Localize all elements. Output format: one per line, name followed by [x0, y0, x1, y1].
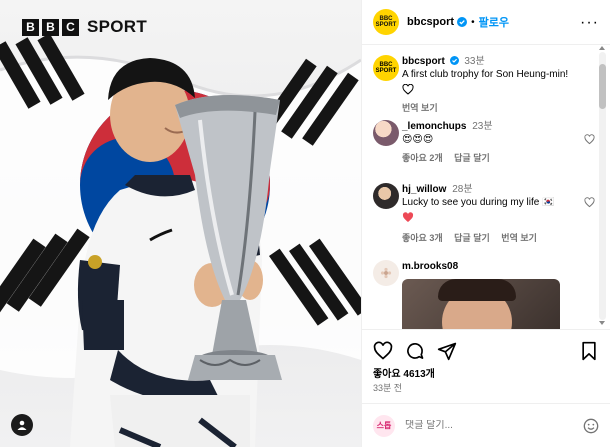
heart-outline-icon — [402, 83, 414, 95]
follow-button[interactable]: 팔로우 — [479, 14, 509, 30]
comment-username[interactable]: _lemonchups — [402, 121, 466, 132]
comments-scroll-area[interactable]: BBC SPORT bbcsport 33분 A first club trop… — [362, 46, 610, 329]
separator-dot: • — [471, 16, 475, 28]
comment-bubble-icon[interactable] — [405, 341, 425, 361]
bookmark-icon[interactable] — [579, 341, 599, 361]
avatar-logo-text: BBC SPORT — [375, 62, 397, 74]
comment-reply-link[interactable]: 답글 달기 — [454, 233, 490, 243]
likes-count[interactable]: 좋아요 4613개 — [373, 365, 435, 380]
caption-translate-link[interactable]: 번역 보기 — [402, 103, 438, 113]
share-paper-plane-icon[interactable] — [437, 341, 457, 361]
comment-translate-link[interactable]: 번역 보기 — [501, 233, 537, 243]
bbc-logo-letter: B — [42, 18, 59, 36]
scrollbar-thumb[interactable] — [599, 64, 606, 109]
comment-text: 😍😍😍 — [402, 134, 434, 145]
avatar-logo-text: BBC SPORT — [375, 16, 397, 28]
like-heart-icon[interactable] — [373, 341, 393, 361]
bbc-sport-logo: B B C SPORT — [22, 17, 147, 37]
bbc-logo-letter: B — [22, 18, 39, 36]
caption-time[interactable]: 33분 — [464, 56, 484, 67]
tagged-user-button[interactable] — [11, 414, 33, 436]
author-avatar[interactable]: BBC SPORT — [373, 9, 399, 35]
emoji-icon[interactable] — [583, 418, 599, 434]
comment-gif-thumbnail[interactable] — [402, 279, 560, 329]
post-timestamp[interactable]: 33분 전 — [373, 381, 402, 394]
person-icon — [17, 420, 27, 430]
comment-likes-count[interactable]: 좋아요 2개 — [402, 153, 443, 163]
comment-composer: 스톱 — [362, 403, 610, 447]
verified-badge-icon — [457, 17, 468, 27]
comment-username[interactable]: hj_willow — [402, 184, 446, 195]
comments-scrollbar[interactable] — [599, 52, 606, 320]
bbc-logo-letter: C — [62, 18, 79, 36]
commenter-avatar[interactable] — [373, 120, 399, 146]
more-options-icon[interactable]: ··· — [580, 14, 599, 32]
post-image[interactable]: B B C SPORT — [0, 0, 361, 447]
flower-icon — [380, 267, 392, 279]
comment-like-heart-icon[interactable] — [584, 197, 595, 208]
comment-username[interactable]: m.brooks08 — [402, 261, 458, 272]
commenter-avatar[interactable] — [373, 260, 399, 286]
author-username[interactable]: bbcsport — [407, 16, 454, 28]
heart-filled-icon — [402, 212, 414, 222]
comment-input[interactable] — [405, 420, 575, 431]
scroll-up-arrow-icon[interactable] — [599, 46, 605, 50]
comment-time[interactable]: 28분 — [452, 184, 472, 195]
bbc-logo-word: SPORT — [87, 17, 148, 36]
caption-username[interactable]: bbcsport — [402, 56, 445, 67]
post-details-panel: BBC SPORT bbcsport • 팔로우 ··· BBC SPORT b… — [361, 0, 610, 447]
comment-text: Lucky to see you during my life 🇰🇷 — [402, 197, 555, 208]
son-trophy-illustration — [0, 33, 361, 447]
verified-badge-icon — [449, 56, 459, 65]
post-header: BBC SPORT bbcsport • 팔로우 ··· — [362, 0, 610, 45]
commenter-avatar[interactable] — [373, 183, 399, 209]
caption-text: A first club trophy for Son Heung-min! — [402, 69, 569, 80]
scroll-down-arrow-icon[interactable] — [599, 321, 605, 325]
comment-reply-link[interactable]: 답글 달기 — [454, 153, 490, 163]
comment-time[interactable]: 23분 — [472, 121, 492, 132]
instagram-post-modal: B B C SPORT BBC SPORT bbcsport • 팔로우 ··· — [0, 0, 610, 447]
comment-like-heart-icon[interactable] — [584, 134, 595, 145]
comment-likes-count[interactable]: 좋아요 3개 — [402, 233, 443, 243]
current-user-avatar: 스톱 — [373, 414, 395, 437]
caption-author-avatar[interactable]: BBC SPORT — [373, 55, 399, 81]
